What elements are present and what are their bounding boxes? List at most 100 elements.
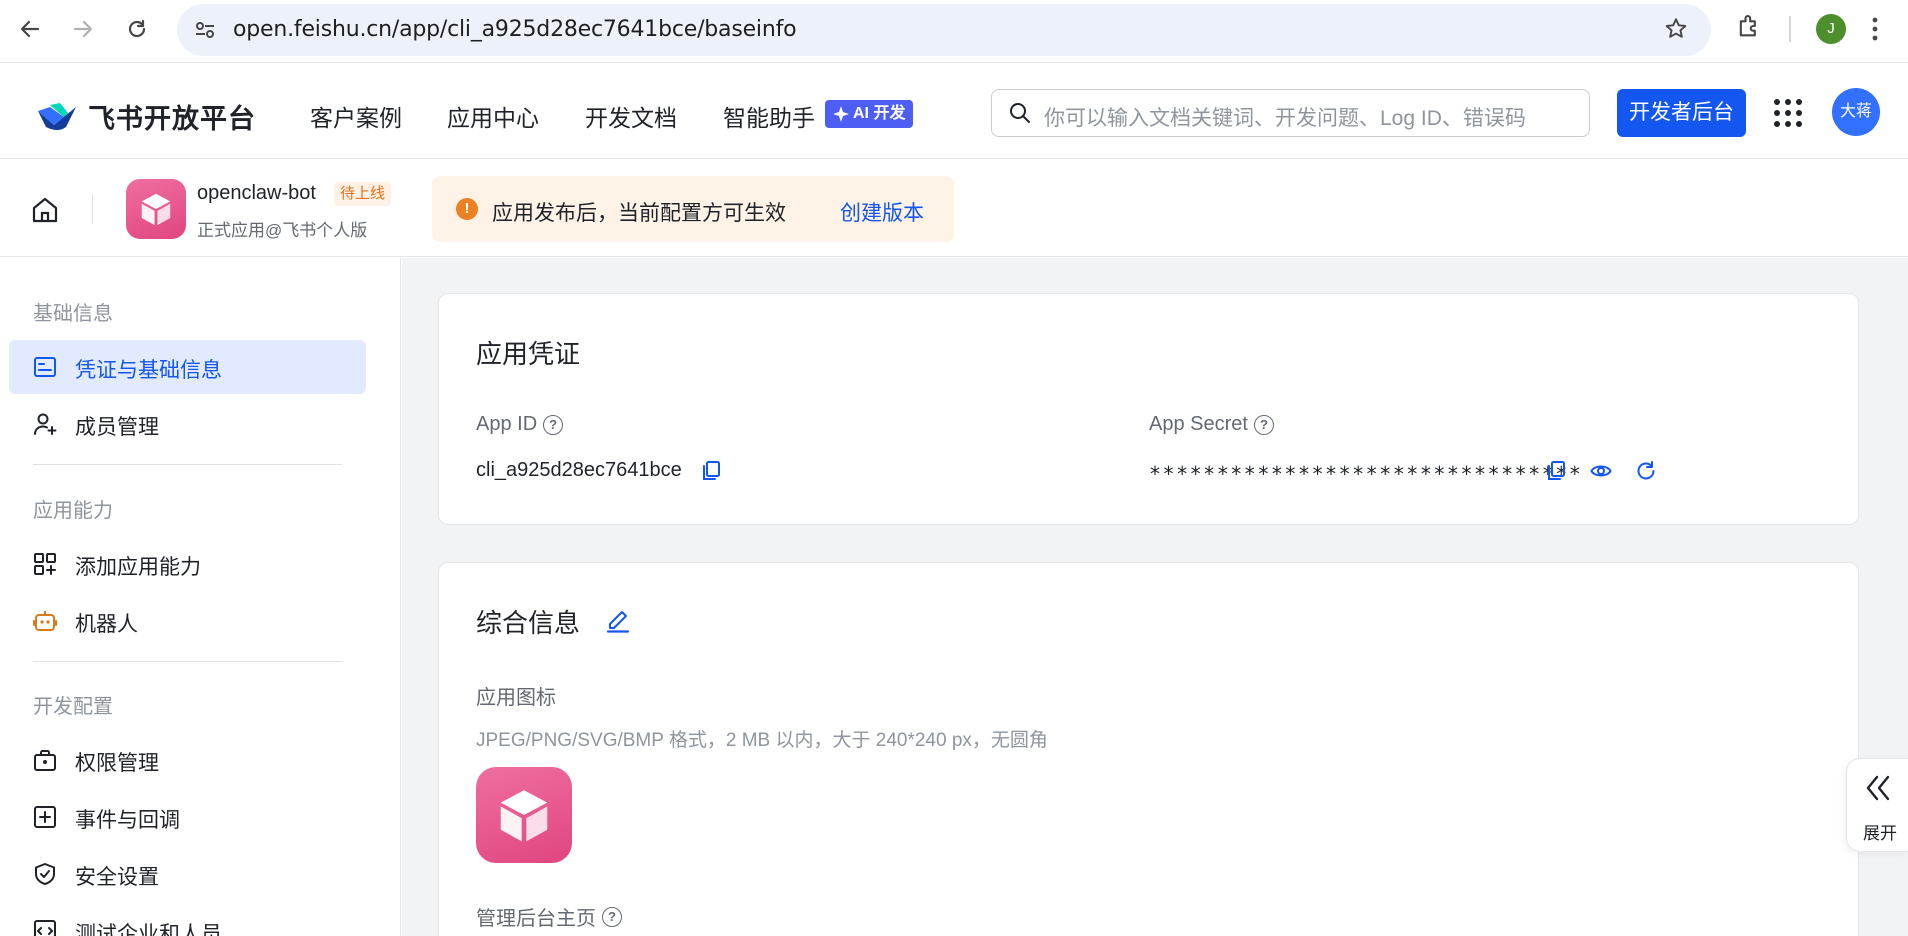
sidebar: 基础信息 凭证与基础信息 成员管理 应用能力 添加应用能力 机器人 开发配置 权…	[0, 258, 401, 936]
arrow-right-icon	[73, 20, 93, 38]
shield-icon	[35, 863, 55, 885]
app-bar: openclaw-bot 待上线 正式应用@飞书个人版 ! 应用发布后，当前配置…	[0, 160, 1908, 257]
sidebar-item-label: 事件与回调	[75, 809, 180, 832]
credentials-title: 应用凭证	[476, 339, 581, 369]
sidebar-item-label: 凭证与基础信息	[75, 359, 222, 382]
app-secret-label-text: App Secret	[1149, 413, 1248, 435]
apps-add-icon	[34, 553, 56, 575]
site-settings-icon[interactable]	[193, 18, 217, 42]
arrow-left-icon	[20, 20, 40, 38]
app-icon-hint: JPEG/PNG/SVG/BMP 格式，2 MB 以内，大于 240*240 p…	[476, 730, 1048, 751]
admin-homepage-label: 管理后台主页 ?	[476, 902, 622, 931]
profile-avatar[interactable]: J	[1816, 14, 1846, 44]
url-text[interactable]: open.feishu.cn/app/cli_a925d28ec7641bce/…	[233, 17, 797, 42]
search-placeholder: 你可以输入文档关键词、开发问题、Log ID、错误码	[1044, 107, 1526, 130]
appbar-divider	[92, 194, 93, 224]
sidebar-item-robot[interactable]: 机器人	[9, 594, 366, 648]
docs-search-input[interactable]: 你可以输入文档关键词、开发问题、Log ID、错误码	[991, 89, 1590, 137]
more-vert-icon[interactable]	[1870, 14, 1880, 44]
refresh-icon[interactable]	[1635, 460, 1657, 482]
sidebar-item-credentials[interactable]: 凭证与基础信息	[9, 340, 366, 394]
app-subtitle: 正式应用@飞书个人版	[197, 221, 368, 240]
logo-text: 飞书开放平台	[88, 104, 256, 134]
app-secret-value: ********************************	[1149, 462, 1583, 486]
reload-icon	[128, 19, 146, 38]
app-secret-label: App Secret ?	[1149, 413, 1274, 436]
sidebar-item-label: 机器人	[75, 613, 138, 636]
double-chevron-left-icon	[1866, 775, 1890, 801]
copy-icon[interactable]	[700, 460, 722, 482]
user-add-icon	[34, 413, 57, 435]
sidebar-item-label: 测试企业和人员	[75, 923, 222, 936]
credentials-card: 应用凭证 App ID ? cli_a925d28ec7641bce App S…	[438, 293, 1859, 525]
sidebar-divider	[33, 464, 342, 465]
browser-toolbar: open.feishu.cn/app/cli_a925d28ec7641bce/…	[0, 0, 1908, 63]
section-title-dev-config: 开发配置	[33, 696, 113, 718]
feishu-logo[interactable]: 飞书开放平台	[36, 97, 256, 136]
help-icon[interactable]: ?	[602, 906, 622, 927]
nav-app-center[interactable]: 应用中心	[447, 99, 539, 133]
cube-icon	[141, 193, 171, 226]
main-content: 应用凭证 App ID ? cli_a925d28ec7641bce App S…	[402, 258, 1908, 936]
forward-button[interactable]	[64, 10, 102, 48]
edit-icon[interactable]	[605, 607, 631, 633]
sidebar-item-members[interactable]: 成员管理	[9, 397, 366, 451]
expand-label: 展开	[1863, 824, 1897, 843]
app-name: openclaw-bot	[197, 182, 316, 204]
nav-customer-cases[interactable]: 客户案例	[310, 99, 402, 133]
sidebar-item-security[interactable]: 安全设置	[9, 847, 366, 901]
sidebar-item-permissions[interactable]: 权限管理	[9, 733, 366, 787]
copy-icon[interactable]	[1545, 460, 1567, 482]
reload-button[interactable]	[118, 10, 156, 48]
back-button[interactable]	[11, 10, 49, 48]
feishu-bird-icon	[38, 102, 76, 130]
address-bar[interactable]: open.feishu.cn/app/cli_a925d28ec7641bce/…	[177, 4, 1711, 56]
cube-icon	[500, 790, 548, 842]
sidebar-divider	[33, 661, 342, 662]
ai-badge-label: AI 开发	[853, 105, 906, 122]
ai-dev-badge[interactable]: AI 开发	[825, 100, 914, 128]
credential-icon	[34, 357, 56, 377]
notice-text: 应用发布后，当前配置方可生效	[492, 202, 786, 225]
sidebar-item-test-enterprise[interactable]: 测试企业和人员	[9, 904, 366, 936]
sidebar-item-events[interactable]: 事件与回调	[9, 790, 366, 844]
user-avatar[interactable]: 大蒋	[1832, 88, 1880, 136]
general-info-card: 综合信息 应用图标 JPEG/PNG/SVG/BMP 格式，2 MB 以内，大于…	[438, 562, 1859, 936]
admin-homepage-label-text: 管理后台主页	[476, 908, 596, 930]
test-icon	[34, 920, 56, 936]
sparkle-icon	[833, 106, 849, 122]
bookmark-star-icon[interactable]	[1663, 16, 1689, 42]
app-id-value: cli_a925d28ec7641bce	[476, 459, 682, 481]
eye-icon[interactable]	[1590, 460, 1612, 482]
section-title-capabilities: 应用能力	[33, 500, 113, 522]
help-icon[interactable]: ?	[543, 414, 564, 435]
nav-dev-docs[interactable]: 开发文档	[585, 99, 677, 133]
event-icon	[34, 806, 56, 828]
developer-console-button[interactable]: 开发者后台	[1617, 89, 1746, 137]
app-id-label: App ID ?	[476, 413, 564, 436]
status-badge: 待上线	[334, 182, 392, 206]
help-icon[interactable]: ?	[1253, 414, 1274, 435]
search-icon	[1010, 103, 1030, 123]
home-icon[interactable]	[30, 195, 60, 225]
sidebar-item-label: 安全设置	[75, 866, 159, 889]
general-info-title: 综合信息	[476, 608, 581, 638]
sidebar-item-label: 成员管理	[75, 416, 159, 439]
extensions-icon[interactable]	[1735, 12, 1763, 40]
app-grid-icon[interactable]	[1773, 98, 1803, 128]
warning-icon: !	[456, 198, 478, 220]
toolbar-divider	[1789, 16, 1791, 42]
create-version-link[interactable]: 创建版本	[840, 197, 924, 227]
section-title-basic: 基础信息	[33, 303, 113, 325]
expand-panel-button[interactable]: 展开	[1846, 758, 1908, 852]
sidebar-item-label: 添加应用能力	[75, 556, 201, 579]
robot-icon	[33, 611, 57, 631]
app-icon-upload[interactable]	[476, 767, 572, 863]
sidebar-item-add-capability[interactable]: 添加应用能力	[9, 537, 366, 591]
app-icon-small[interactable]	[126, 179, 186, 239]
nav-ai-assistant[interactable]: 智能助手	[723, 99, 815, 133]
permission-icon	[34, 750, 56, 771]
publish-notice: ! 应用发布后，当前配置方可生效 创建版本	[432, 176, 954, 242]
sidebar-item-label: 权限管理	[75, 752, 159, 775]
app-icon-label: 应用图标	[476, 687, 556, 709]
